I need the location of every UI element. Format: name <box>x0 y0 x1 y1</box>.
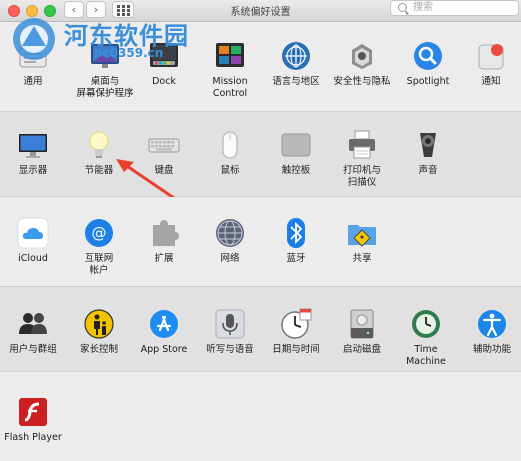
watermark-logo-icon <box>13 18 55 60</box>
accessibility-icon <box>476 308 508 340</box>
pref-label: 用户与群组 <box>9 344 57 355</box>
extensions-icon <box>148 217 180 249</box>
bluetooth-icon <box>280 217 312 249</box>
dictation-speech-icon <box>214 308 246 340</box>
pref-notifications[interactable]: 通知 <box>458 40 521 88</box>
trackpad-icon <box>280 129 312 161</box>
users-groups-icon <box>17 308 49 340</box>
pref-label: 启动磁盘 <box>342 344 381 355</box>
watermark-url: pc0359.cn <box>94 46 164 60</box>
pref-label: Mission Control <box>212 76 248 99</box>
printers-scanners-icon <box>346 129 378 161</box>
pref-label: 鼠标 <box>220 165 240 176</box>
search-icon <box>398 3 407 12</box>
pref-label: 声音 <box>418 165 438 176</box>
parental-controls-icon <box>83 308 115 340</box>
watermark: 河东软件园 pc0359.cn <box>8 16 208 66</box>
pref-language-region[interactable]: 语言与地区 <box>263 40 329 88</box>
pref-label: 互联网 帐户 <box>84 253 114 276</box>
pref-users-groups[interactable]: 用户与群组 <box>0 308 66 356</box>
search-placeholder: 搜索 <box>413 2 433 13</box>
pref-label: 辅助功能 <box>472 344 511 355</box>
pref-parental-controls[interactable]: 家长控制 <box>66 308 132 356</box>
pref-icloud[interactable]: iCloud <box>0 217 66 265</box>
pref-bluetooth[interactable]: 蓝牙 <box>263 217 329 265</box>
sound-icon <box>412 129 444 161</box>
displays-icon <box>17 129 49 161</box>
mouse-icon <box>214 129 246 161</box>
pref-startup-disk[interactable]: 启动磁盘 <box>329 308 395 356</box>
pref-label: Time Machine <box>406 344 446 367</box>
pref-label: 网络 <box>220 253 240 264</box>
pref-spotlight[interactable]: Spotlight <box>395 40 461 88</box>
pref-label: 共享 <box>352 253 372 264</box>
pref-printers-scanners[interactable]: 打印机与 扫描仪 <box>329 129 395 189</box>
pref-label: 语言与地区 <box>272 76 320 87</box>
pref-label: App Store <box>140 344 188 355</box>
flash-player-icon <box>17 396 49 428</box>
pref-displays[interactable]: 显示器 <box>0 129 66 177</box>
pref-label: 扩展 <box>154 253 174 264</box>
pref-label: Flash Player <box>4 432 62 443</box>
spotlight-icon <box>412 40 444 72</box>
pref-security-privacy[interactable]: 安全性与隐私 <box>329 40 395 88</box>
notifications-icon <box>475 40 507 72</box>
internet-wireless-section: iCloud @ 互联网 帐户 扩展 网络 蓝牙 共享 <box>0 197 521 287</box>
pref-label: 安全性与隐私 <box>333 76 391 87</box>
pref-label: iCloud <box>18 253 48 264</box>
search-field[interactable]: 搜索 <box>390 0 519 16</box>
pref-sharing[interactable]: 共享 <box>329 217 395 265</box>
pref-label: 家长控制 <box>79 344 118 355</box>
pref-network[interactable]: 网络 <box>197 217 263 265</box>
pref-time-machine[interactable]: Time Machine <box>393 308 459 368</box>
pref-flash-player[interactable]: Flash Player <box>0 396 66 444</box>
pref-label: 桌面与 屏幕保护程序 <box>76 76 134 99</box>
system-section: 用户与群组 家长控制 App Store 听写与语音 日期与时间 启动磁盘 Ti… <box>0 287 521 372</box>
pref-label: Dock <box>152 76 176 87</box>
pref-label: Spotlight <box>406 76 450 87</box>
pref-sound[interactable]: 声音 <box>395 129 461 177</box>
pref-internet-accounts[interactable]: @ 互联网 帐户 <box>66 217 132 277</box>
security-privacy-icon <box>346 40 378 72</box>
internet-accounts-icon: @ <box>83 217 115 249</box>
pref-trackpad[interactable]: 触控板 <box>263 129 329 177</box>
pref-accessibility[interactable]: 辅助功能 <box>459 308 521 356</box>
mission-control-icon <box>214 40 246 72</box>
pref-label: 通知 <box>481 76 501 87</box>
pref-app-store[interactable]: App Store <box>131 308 197 356</box>
date-time-icon <box>280 308 312 340</box>
sharing-icon <box>346 217 378 249</box>
svg-text:@: @ <box>92 224 107 242</box>
pref-date-time[interactable]: 日期与时间 <box>263 308 329 356</box>
app-store-icon <box>148 308 180 340</box>
pref-label: 显示器 <box>18 165 48 176</box>
pref-label: 听写与语音 <box>206 344 254 355</box>
other-section: Flash Player <box>0 372 521 461</box>
language-region-icon <box>280 40 312 72</box>
pref-label: 触控板 <box>281 165 311 176</box>
time-machine-icon <box>410 308 442 340</box>
startup-disk-icon <box>346 308 378 340</box>
network-icon <box>214 217 246 249</box>
hardware-section: 显示器 节能器 键盘 鼠标 触控板 打印机与 扫描仪 声音 <box>0 112 521 197</box>
pref-label: 日期与时间 <box>272 344 320 355</box>
pref-label: 通用 <box>23 76 43 87</box>
pref-extensions[interactable]: 扩展 <box>131 217 197 265</box>
pref-mouse[interactable]: 鼠标 <box>197 129 263 177</box>
energy-saver-icon <box>83 129 115 161</box>
pref-dictation-speech[interactable]: 听写与语音 <box>197 308 263 356</box>
pref-label: 打印机与 扫描仪 <box>342 165 381 188</box>
icloud-icon <box>17 217 49 249</box>
pref-label: 蓝牙 <box>286 253 306 264</box>
